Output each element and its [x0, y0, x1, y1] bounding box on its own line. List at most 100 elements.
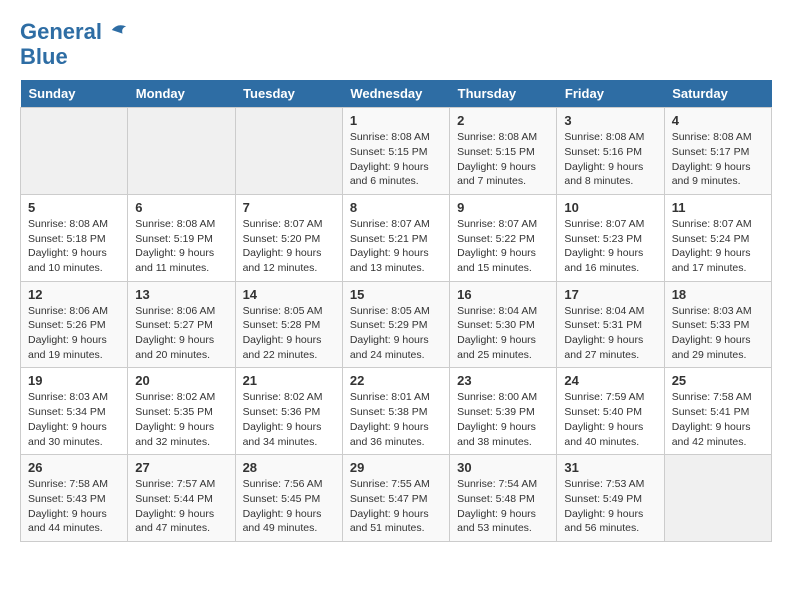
calendar-cell: 29 Sunrise: 7:55 AM Sunset: 5:47 PM Dayli…	[342, 455, 449, 542]
day-detail: Sunrise: 8:06 AM Sunset: 5:26 PM Dayligh…	[28, 304, 120, 363]
logo-blue: Blue	[20, 44, 128, 70]
day-number: 4	[672, 113, 764, 128]
page-header: General Blue	[20, 20, 772, 70]
calendar-cell: 18 Sunrise: 8:03 AM Sunset: 5:33 PM Dayli…	[664, 281, 771, 368]
day-detail: Sunrise: 7:58 AM Sunset: 5:41 PM Dayligh…	[672, 390, 764, 449]
calendar-cell: 27 Sunrise: 7:57 AM Sunset: 5:44 PM Dayli…	[128, 455, 235, 542]
day-detail: Sunrise: 7:55 AM Sunset: 5:47 PM Dayligh…	[350, 477, 442, 536]
calendar-cell: 28Sunrise: 7:56 AM Sunset: 5:45 PM Dayli…	[235, 455, 342, 542]
calendar-cell	[235, 108, 342, 195]
calendar-cell: 4 Sunrise: 8:08 AM Sunset: 5:17 PM Daylig…	[664, 108, 771, 195]
calendar-cell: 20 Sunrise: 8:02 AM Sunset: 5:35 PM Dayli…	[128, 368, 235, 455]
weekday-header-saturday: Saturday	[664, 80, 771, 108]
calendar-cell: 8 Sunrise: 8:07 AM Sunset: 5:21 PM Daylig…	[342, 194, 449, 281]
weekday-header-tuesday: Tuesday	[235, 80, 342, 108]
calendar-cell	[128, 108, 235, 195]
day-number: 25	[672, 373, 764, 388]
calendar-cell: 15 Sunrise: 8:05 AM Sunset: 5:29 PM Dayli…	[342, 281, 449, 368]
day-number: 8	[350, 200, 442, 215]
day-detail: Sunrise: 8:08 AM Sunset: 5:19 PM Dayligh…	[135, 217, 227, 276]
day-number: 19	[28, 373, 120, 388]
day-detail: Sunrise: 7:59 AM Sunset: 5:40 PM Dayligh…	[564, 390, 656, 449]
calendar-cell	[664, 455, 771, 542]
logo: General Blue	[20, 20, 128, 70]
day-number: 22	[350, 373, 442, 388]
calendar-cell: 6Sunrise: 8:08 AM Sunset: 5:19 PM Daylig…	[128, 194, 235, 281]
weekday-header-sunday: Sunday	[21, 80, 128, 108]
day-detail: Sunrise: 8:07 AM Sunset: 5:22 PM Dayligh…	[457, 217, 549, 276]
weekday-header-row: SundayMondayTuesdayWednesdayThursdayFrid…	[21, 80, 772, 108]
week-row-0: 1 Sunrise: 8:08 AM Sunset: 5:15 PM Daylig…	[21, 108, 772, 195]
day-number: 1	[350, 113, 442, 128]
day-number: 24	[564, 373, 656, 388]
calendar-cell: 21 Sunrise: 8:02 AM Sunset: 5:36 PM Dayli…	[235, 368, 342, 455]
day-detail: Sunrise: 7:53 AM Sunset: 5:49 PM Dayligh…	[564, 477, 656, 536]
day-number: 27	[135, 460, 227, 475]
weekday-header-monday: Monday	[128, 80, 235, 108]
calendar-cell: 24 Sunrise: 7:59 AM Sunset: 5:40 PM Dayli…	[557, 368, 664, 455]
calendar-cell: 14 Sunrise: 8:05 AM Sunset: 5:28 PM Dayli…	[235, 281, 342, 368]
day-detail: Sunrise: 8:08 AM Sunset: 5:17 PM Dayligh…	[672, 130, 764, 189]
day-number: 16	[457, 287, 549, 302]
calendar-cell: 12 Sunrise: 8:06 AM Sunset: 5:26 PM Dayli…	[21, 281, 128, 368]
calendar-cell: 7Sunrise: 8:07 AM Sunset: 5:20 PM Daylig…	[235, 194, 342, 281]
weekday-header-friday: Friday	[557, 80, 664, 108]
day-number: 5	[28, 200, 120, 215]
day-detail: Sunrise: 8:07 AM Sunset: 5:24 PM Dayligh…	[672, 217, 764, 276]
day-number: 10	[564, 200, 656, 215]
day-number: 31	[564, 460, 656, 475]
logo-bird-icon	[110, 21, 128, 39]
day-detail: Sunrise: 8:05 AM Sunset: 5:28 PM Dayligh…	[243, 304, 335, 363]
day-detail: Sunrise: 8:07 AM Sunset: 5:21 PM Dayligh…	[350, 217, 442, 276]
day-number: 12	[28, 287, 120, 302]
calendar-cell: 25 Sunrise: 7:58 AM Sunset: 5:41 PM Dayli…	[664, 368, 771, 455]
calendar-cell: 26 Sunrise: 7:58 AM Sunset: 5:43 PM Dayli…	[21, 455, 128, 542]
day-detail: Sunrise: 8:03 AM Sunset: 5:34 PM Dayligh…	[28, 390, 120, 449]
day-detail: Sunrise: 8:07 AM Sunset: 5:23 PM Dayligh…	[564, 217, 656, 276]
weekday-header-wednesday: Wednesday	[342, 80, 449, 108]
day-detail: Sunrise: 8:06 AM Sunset: 5:27 PM Dayligh…	[135, 304, 227, 363]
day-number: 28	[243, 460, 335, 475]
calendar-cell: 13 Sunrise: 8:06 AM Sunset: 5:27 PM Dayli…	[128, 281, 235, 368]
calendar-cell: 22 Sunrise: 8:01 AM Sunset: 5:38 PM Dayli…	[342, 368, 449, 455]
day-number: 29	[350, 460, 442, 475]
calendar-cell: 11Sunrise: 8:07 AM Sunset: 5:24 PM Dayli…	[664, 194, 771, 281]
day-number: 3	[564, 113, 656, 128]
week-row-3: 19 Sunrise: 8:03 AM Sunset: 5:34 PM Dayli…	[21, 368, 772, 455]
day-detail: Sunrise: 8:02 AM Sunset: 5:36 PM Dayligh…	[243, 390, 335, 449]
day-number: 23	[457, 373, 549, 388]
day-detail: Sunrise: 8:05 AM Sunset: 5:29 PM Dayligh…	[350, 304, 442, 363]
day-number: 2	[457, 113, 549, 128]
day-detail: Sunrise: 8:08 AM Sunset: 5:15 PM Dayligh…	[350, 130, 442, 189]
day-number: 30	[457, 460, 549, 475]
day-number: 21	[243, 373, 335, 388]
calendar-cell: 19 Sunrise: 8:03 AM Sunset: 5:34 PM Dayli…	[21, 368, 128, 455]
day-number: 18	[672, 287, 764, 302]
day-detail: Sunrise: 8:04 AM Sunset: 5:30 PM Dayligh…	[457, 304, 549, 363]
day-detail: Sunrise: 8:00 AM Sunset: 5:39 PM Dayligh…	[457, 390, 549, 449]
day-detail: Sunrise: 7:54 AM Sunset: 5:48 PM Dayligh…	[457, 477, 549, 536]
logo-text: General	[20, 20, 128, 44]
day-detail: Sunrise: 7:57 AM Sunset: 5:44 PM Dayligh…	[135, 477, 227, 536]
day-number: 7	[243, 200, 335, 215]
calendar-cell: 31 Sunrise: 7:53 AM Sunset: 5:49 PM Dayli…	[557, 455, 664, 542]
week-row-1: 5 Sunrise: 8:08 AM Sunset: 5:18 PM Daylig…	[21, 194, 772, 281]
calendar-cell: 1 Sunrise: 8:08 AM Sunset: 5:15 PM Daylig…	[342, 108, 449, 195]
day-detail: Sunrise: 8:03 AM Sunset: 5:33 PM Dayligh…	[672, 304, 764, 363]
day-detail: Sunrise: 8:08 AM Sunset: 5:16 PM Dayligh…	[564, 130, 656, 189]
calendar-cell: 5 Sunrise: 8:08 AM Sunset: 5:18 PM Daylig…	[21, 194, 128, 281]
calendar-cell: 9 Sunrise: 8:07 AM Sunset: 5:22 PM Daylig…	[450, 194, 557, 281]
day-detail: Sunrise: 7:58 AM Sunset: 5:43 PM Dayligh…	[28, 477, 120, 536]
calendar-cell: 30 Sunrise: 7:54 AM Sunset: 5:48 PM Dayli…	[450, 455, 557, 542]
calendar-cell: 17Sunrise: 8:04 AM Sunset: 5:31 PM Dayli…	[557, 281, 664, 368]
day-number: 15	[350, 287, 442, 302]
day-detail: Sunrise: 8:02 AM Sunset: 5:35 PM Dayligh…	[135, 390, 227, 449]
day-detail: Sunrise: 8:08 AM Sunset: 5:18 PM Dayligh…	[28, 217, 120, 276]
day-number: 26	[28, 460, 120, 475]
day-number: 14	[243, 287, 335, 302]
day-detail: Sunrise: 8:01 AM Sunset: 5:38 PM Dayligh…	[350, 390, 442, 449]
day-number: 20	[135, 373, 227, 388]
weekday-header-thursday: Thursday	[450, 80, 557, 108]
day-number: 13	[135, 287, 227, 302]
day-number: 9	[457, 200, 549, 215]
